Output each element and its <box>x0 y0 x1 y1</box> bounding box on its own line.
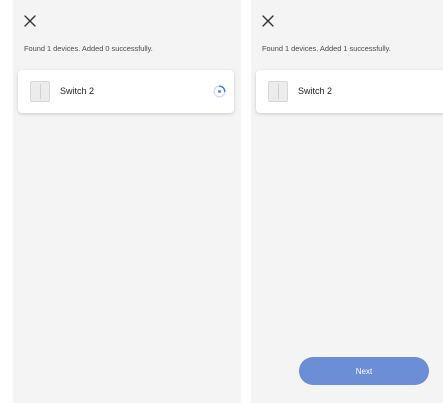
device-name: Switch 2 <box>60 86 95 96</box>
device-name: Switch 2 <box>298 86 333 96</box>
close-icon <box>24 15 36 27</box>
next-button[interactable]: Next <box>299 357 429 385</box>
device-card[interactable]: Switch 2 <box>256 70 443 113</box>
status-text: Found 1 devices. Added 1 successfully. <box>262 44 391 53</box>
close-icon <box>262 15 274 27</box>
loading-spinner-icon <box>213 85 226 98</box>
switch-device-icon <box>30 81 50 102</box>
device-card[interactable]: Switch 2 <box>18 70 234 113</box>
added-screen: Found 1 devices. Added 1 successfully. S… <box>251 0 443 403</box>
comparison-stage: Found 1 devices. Added 0 successfully. S… <box>0 0 443 403</box>
close-button[interactable] <box>22 13 38 29</box>
adding-screen: Found 1 devices. Added 0 successfully. S… <box>13 0 241 403</box>
status-text: Found 1 devices. Added 0 successfully. <box>24 44 153 53</box>
switch-device-icon <box>268 81 288 102</box>
close-button[interactable] <box>260 13 276 29</box>
